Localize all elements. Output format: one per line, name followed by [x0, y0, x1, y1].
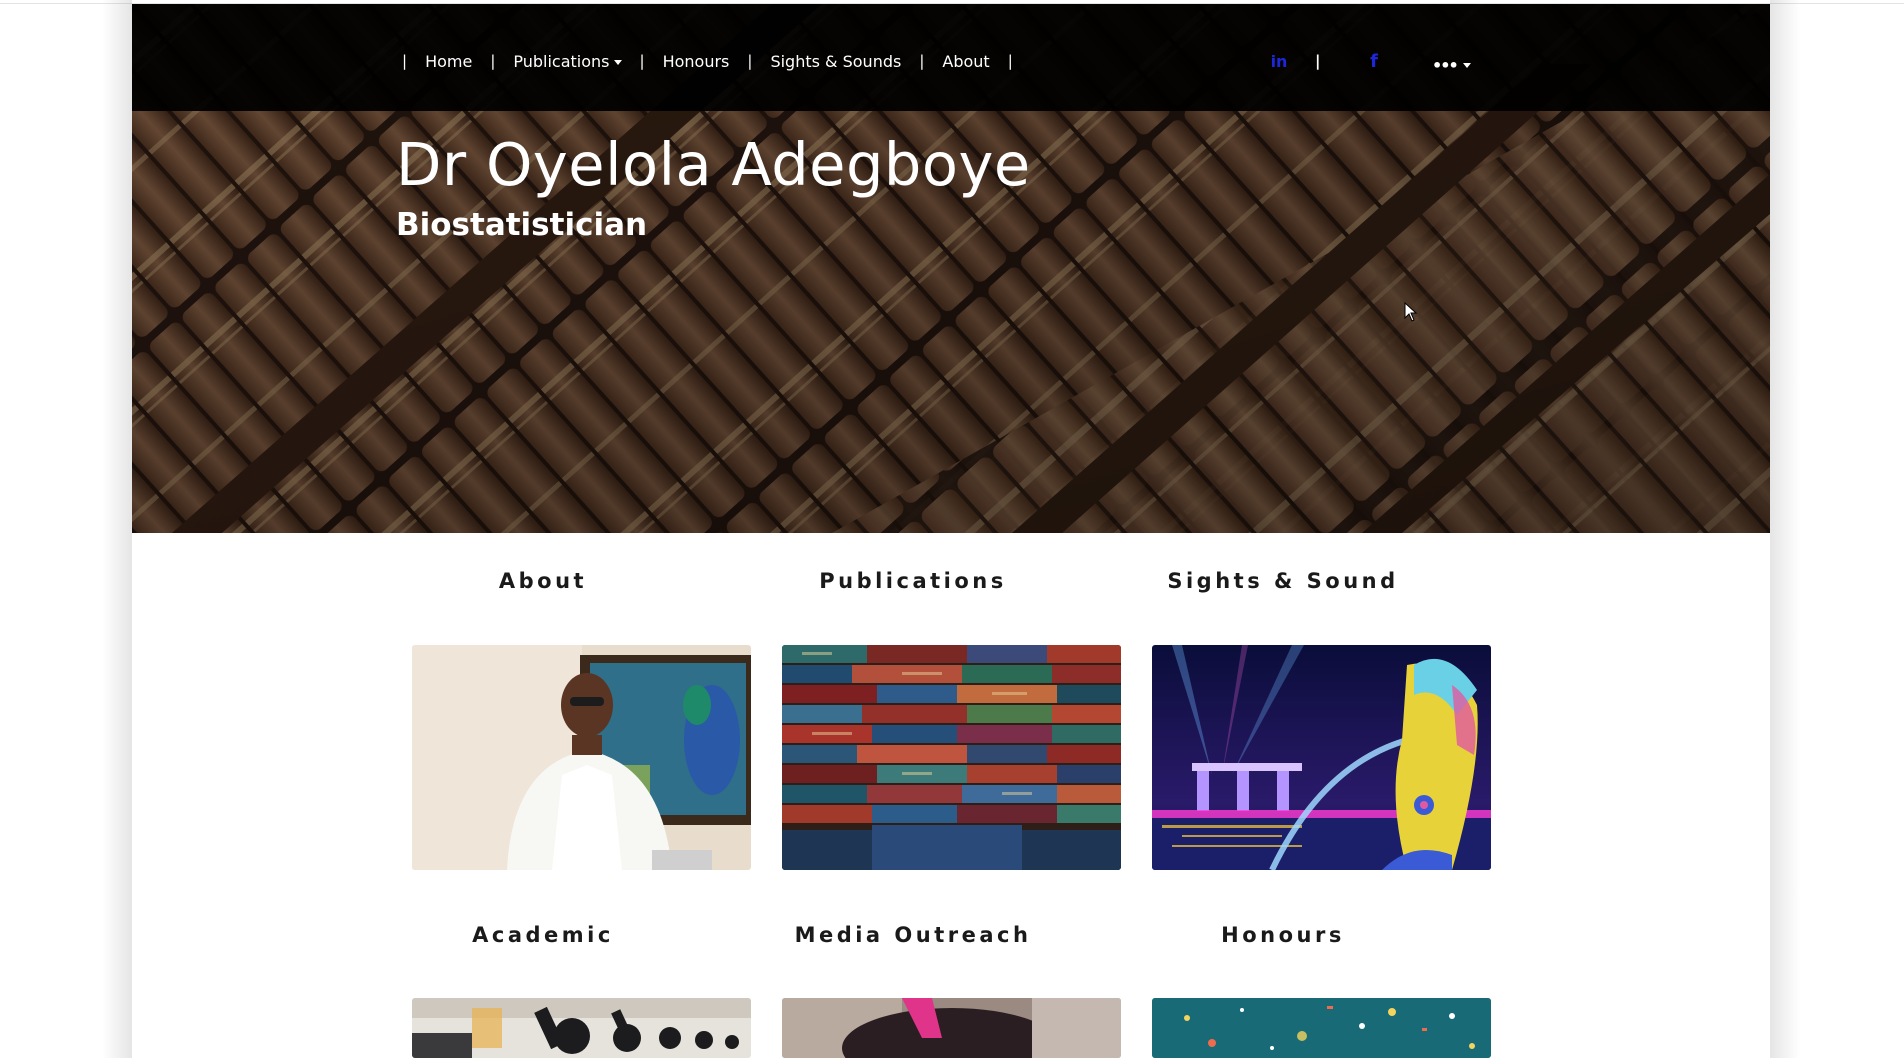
nav-separator: |: [402, 52, 408, 70]
nav-publications-label: Publications: [513, 51, 610, 71]
nav-about-link[interactable]: About: [942, 52, 989, 71]
portrait-photo-icon: [412, 645, 751, 870]
books-stack-photo-icon: [782, 645, 1121, 870]
page-shadow-left: [102, 0, 132, 1058]
nav-separator: |: [1007, 52, 1013, 70]
media-outreach-tile[interactable]: [782, 998, 1121, 1058]
nav-separator: |: [747, 52, 753, 70]
hero-header: | Home | Publications | Honours | Sights…: [132, 4, 1770, 533]
facebook-icon[interactable]: f: [1364, 48, 1384, 74]
section-title-honours[interactable]: Honours: [1113, 923, 1453, 947]
nav-publications-dropdown[interactable]: Publications: [513, 51, 622, 71]
section-title-about[interactable]: About: [373, 569, 713, 593]
mouse-cursor-icon: [1404, 302, 1418, 322]
merlion-night-photo-icon: [1152, 645, 1491, 870]
sights-sound-tile[interactable]: [1152, 645, 1491, 870]
media-photo-icon: [782, 998, 1121, 1058]
nav-separator: |: [919, 52, 925, 70]
caret-down-icon: [613, 59, 622, 65]
nav-sights-sounds-link[interactable]: Sights & Sounds: [770, 52, 901, 71]
page-shadow-right: [1770, 0, 1800, 1058]
section-title-media-outreach[interactable]: Media Outreach: [743, 923, 1083, 947]
social-separator: |: [1315, 52, 1321, 70]
top-navbar: | Home | Publications | Honours | Sights…: [132, 4, 1770, 111]
linkedin-icon[interactable]: in: [1266, 48, 1292, 74]
nav-separator: |: [639, 52, 645, 70]
academic-tile[interactable]: [412, 998, 751, 1058]
site-title: Dr Oyelola Adegboye: [396, 130, 1031, 199]
publications-tile[interactable]: [782, 645, 1121, 870]
nav-separator: |: [490, 52, 496, 70]
confetti-photo-icon: [1152, 998, 1491, 1058]
site-subtitle: Biostatistician: [396, 207, 648, 243]
page-container: | Home | Publications | Honours | Sights…: [132, 4, 1770, 1058]
honours-tile[interactable]: [1152, 998, 1491, 1058]
about-tile[interactable]: [412, 645, 751, 870]
nav-menu: | Home | Publications | Honours | Sights…: [402, 49, 1013, 73]
section-title-sights-sound[interactable]: Sights & Sound: [1113, 569, 1453, 593]
caret-down-icon: [1462, 63, 1471, 68]
section-title-publications[interactable]: Publications: [743, 569, 1083, 593]
ellipsis-icon: •••: [1432, 56, 1459, 75]
nav-home-link[interactable]: Home: [425, 52, 472, 71]
microscopes-photo-icon: [412, 998, 751, 1058]
section-title-academic[interactable]: Academic: [373, 923, 713, 947]
more-menu-button[interactable]: •••: [1432, 56, 1471, 75]
nav-honours-link[interactable]: Honours: [663, 52, 730, 71]
